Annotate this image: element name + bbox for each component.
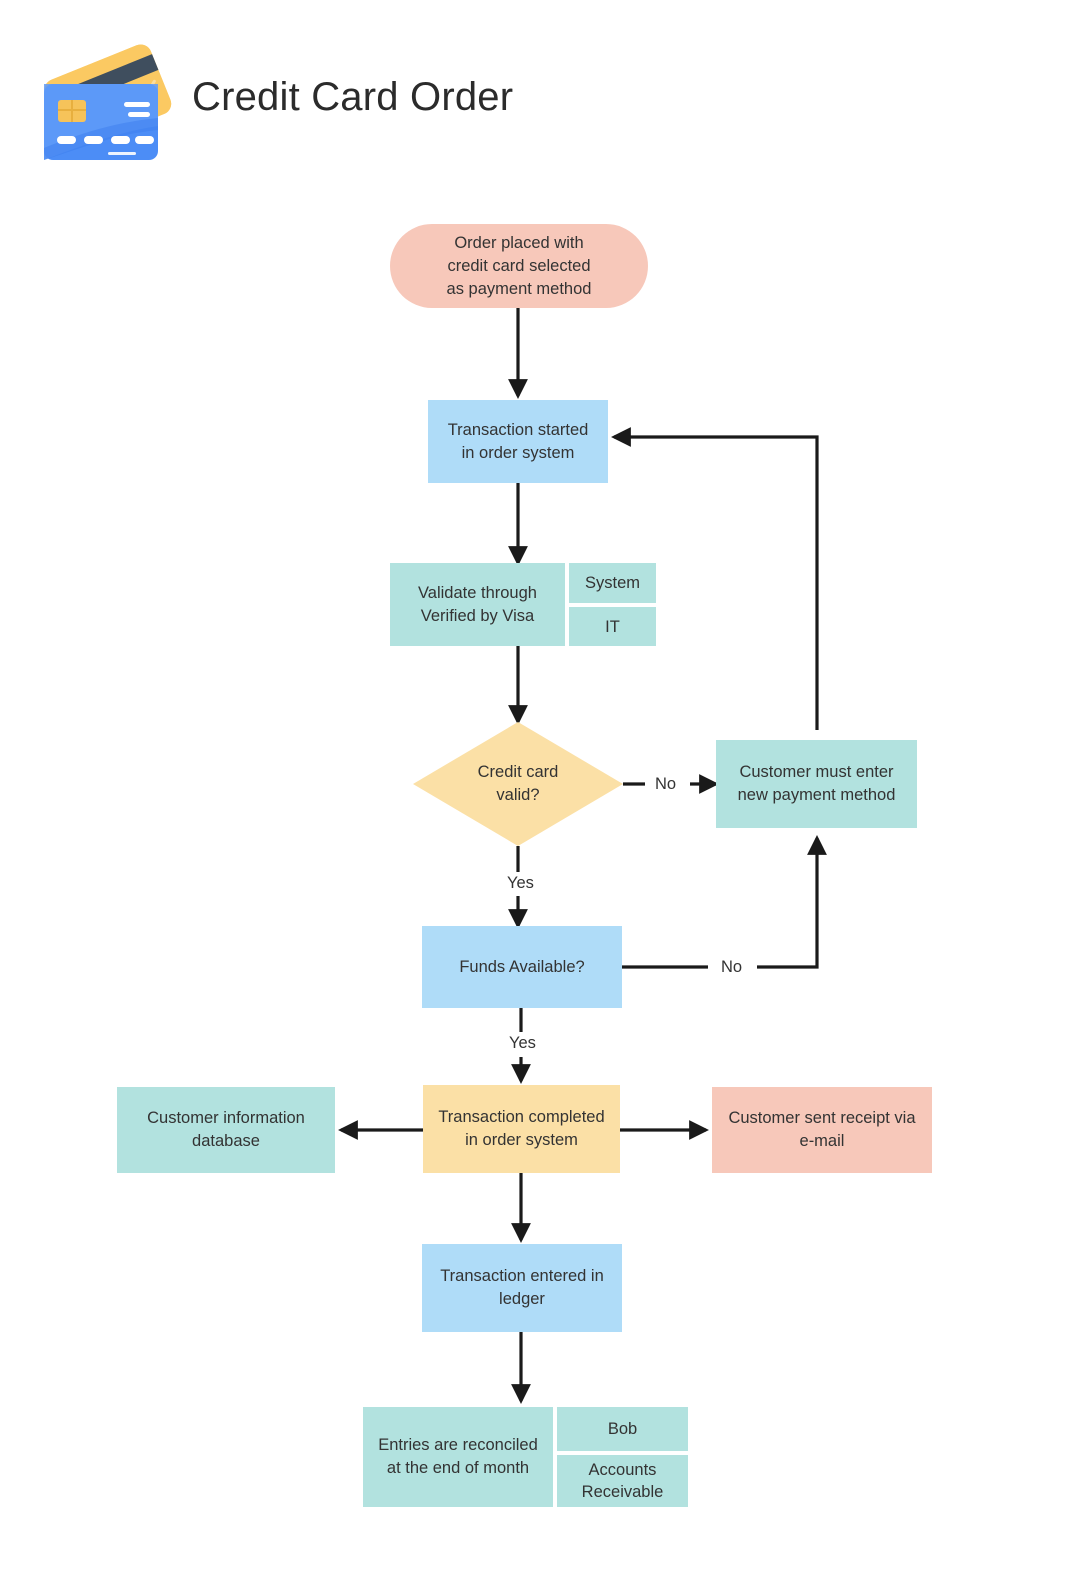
node-ledger-line1: Transaction entered in <box>440 1267 604 1285</box>
node-reconcile-line1: Entries are reconciled <box>378 1436 538 1454</box>
flowchart-page: Credit Card Order Order placed with cred… <box>0 0 1067 1575</box>
node-entries-reconciled[interactable]: Entries are reconciled at the end of mon… <box>363 1407 688 1507</box>
node-validate-line1: Validate through <box>418 583 537 602</box>
node-reconcile-department-line2: Receivable <box>581 1483 664 1501</box>
node-transaction-started[interactable]: Transaction started in order system <box>428 400 608 483</box>
flowchart-canvas: Order placed with credit card selected a… <box>0 0 1067 1575</box>
node-validate-verified-by-visa[interactable]: Validate through Verified by Visa System… <box>390 563 656 646</box>
node-customer-db-line1: Customer information <box>147 1109 305 1127</box>
node-order-placed-line2: credit card selected <box>447 256 591 275</box>
node-customer-receipt-line1: Customer sent receipt via <box>728 1109 916 1127</box>
node-customer-db-line2: database <box>192 1132 260 1150</box>
node-customer-information-database[interactable]: Customer information database <box>117 1087 335 1173</box>
edge-label-funds-available-yes: Yes <box>505 1033 540 1053</box>
node-validate-line2: Verified by Visa <box>420 606 535 625</box>
node-customer-sent-receipt[interactable]: Customer sent receipt via e-mail <box>712 1087 932 1173</box>
node-customer-new-payment-method[interactable]: Customer must enter new payment method <box>716 740 917 828</box>
node-reconcile-department-line1: Accounts <box>588 1461 657 1479</box>
node-reconcile-main: Entries are reconciled at the end of mon… <box>363 1407 553 1507</box>
node-customer-receipt-line2: e-mail <box>799 1132 845 1150</box>
node-reconcile-role-department: Accounts Receivable <box>557 1455 688 1507</box>
node-ledger-line2: ledger <box>499 1290 545 1308</box>
node-transaction-started-line2: in order system <box>461 443 575 462</box>
node-credit-card-valid-decision[interactable]: Credit card valid? <box>413 722 623 846</box>
node-order-placed-line1: Order placed with <box>454 233 584 252</box>
edge-label-credit-card-valid-yes: Yes <box>503 873 538 893</box>
edge-label-funds-available-no: No <box>717 957 747 977</box>
node-reconcile-side-cells: Bob Accounts Receivable <box>557 1407 688 1507</box>
node-customer-new-payment-line1: Customer must enter <box>739 763 894 781</box>
node-transaction-completed-line1: Transaction completed <box>438 1108 605 1126</box>
node-reconcile-owner-label: Bob <box>607 1420 638 1438</box>
node-order-placed-line3: as payment method <box>446 279 592 298</box>
edge-label-credit-card-valid-no: No <box>651 774 681 794</box>
node-reconcile-role-owner: Bob <box>557 1407 688 1451</box>
node-validate-department-label: IT <box>605 617 620 636</box>
node-transaction-completed[interactable]: Transaction completed in order system <box>423 1085 620 1173</box>
node-transaction-completed-line2: in order system <box>465 1131 578 1149</box>
node-funds-available[interactable]: Funds Available? <box>422 926 622 1008</box>
node-validate-owner-label: System <box>584 574 640 592</box>
node-validate-role-department: IT <box>569 607 656 646</box>
node-customer-new-payment-line2: new payment method <box>737 786 896 804</box>
node-validate-role-owner: System <box>569 563 656 603</box>
node-transaction-started-line1: Transaction started <box>447 420 589 439</box>
node-order-placed[interactable]: Order placed with credit card selected a… <box>390 224 648 308</box>
node-validate-main: Validate through Verified by Visa <box>390 563 565 646</box>
node-validate-side-cells: System IT <box>569 563 656 646</box>
node-reconcile-line2: at the end of month <box>386 1459 530 1477</box>
decision-diamond-shape <box>413 722 623 846</box>
node-funds-available-label: Funds Available? <box>459 957 585 976</box>
node-transaction-entered-ledger[interactable]: Transaction entered in ledger <box>422 1244 622 1332</box>
